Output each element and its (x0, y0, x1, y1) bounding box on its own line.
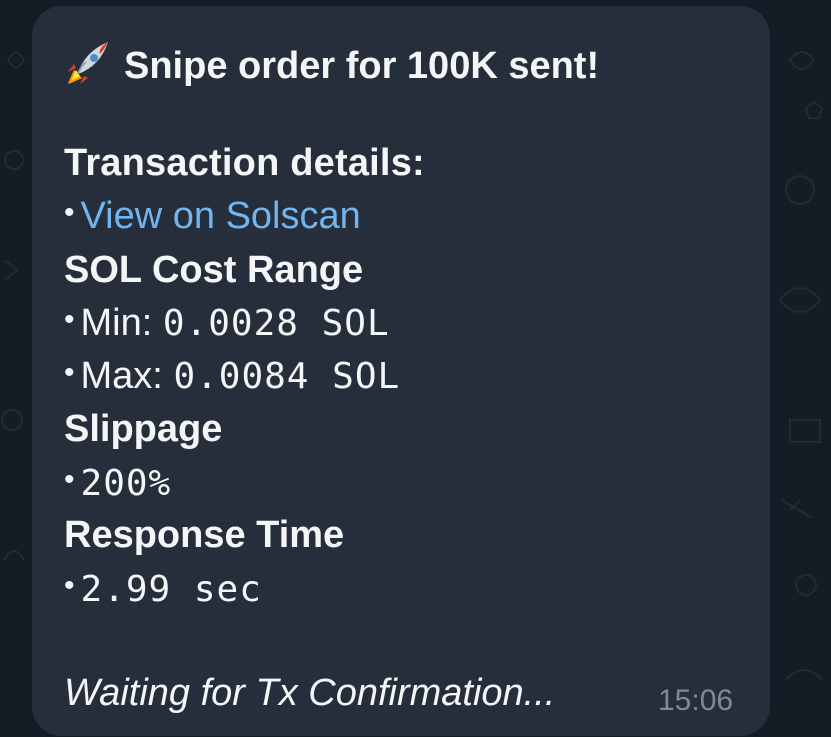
min-value: 0.0028 SOL (162, 303, 390, 344)
min-cost-row: • Min: 0.0028 SOL (64, 304, 390, 342)
response-time-label: Response Time (64, 514, 345, 556)
max-value: 0.0084 SOL (173, 356, 401, 397)
message-title: Snipe order for 100K sent! (64, 38, 599, 88)
sol-cost-range-label: SOL Cost Range (64, 249, 364, 291)
bullet: • (64, 569, 75, 602)
view-on-solscan-link[interactable]: View on Solscan (81, 195, 361, 237)
bullet: • (64, 463, 75, 496)
max-cost-row: • Max: 0.0084 SOL (64, 357, 400, 395)
response-time-value: 2.99 sec (80, 569, 262, 610)
response-time-row: • 2.99 sec (64, 570, 262, 608)
slippage-label: Slippage (64, 408, 223, 450)
slippage-row: • 200% (64, 464, 171, 502)
message-timestamp: 15:06 (658, 684, 734, 717)
min-label: Min: (80, 302, 153, 344)
tx-details-label: Transaction details: (64, 142, 425, 184)
max-label: Max: (80, 355, 163, 397)
solscan-link-row: • View on Solscan (64, 197, 361, 235)
bullet: • (64, 356, 75, 389)
bullet: • (64, 303, 75, 336)
slippage-value: 200% (80, 463, 172, 504)
bullet: • (64, 196, 75, 229)
rocket-icon (68, 42, 108, 84)
status-text: Waiting for Tx Confirmation... (64, 672, 556, 714)
